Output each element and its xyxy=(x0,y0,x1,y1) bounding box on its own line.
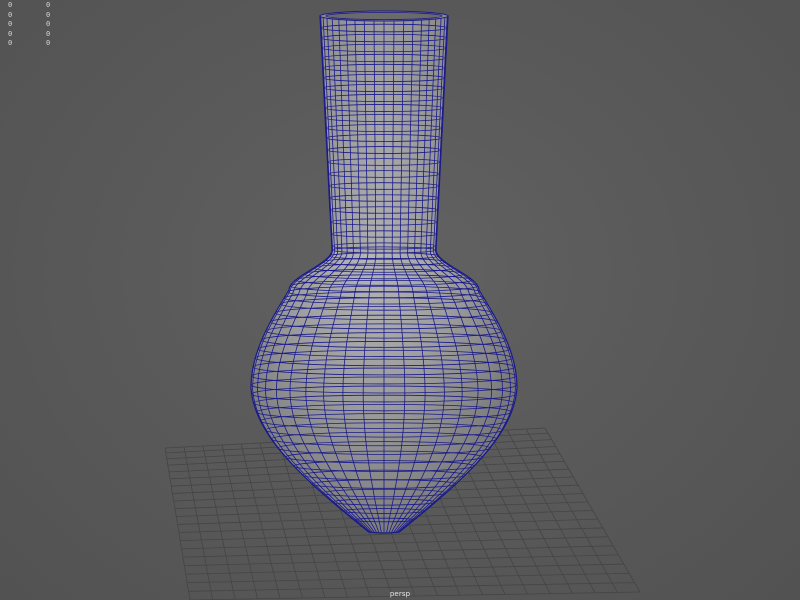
3d-viewport[interactable]: 0 0 0 0 0 0 0 0 0 0 persp xyxy=(0,0,800,600)
hud-row: 0 0 xyxy=(8,20,68,30)
hud-value: 0 xyxy=(46,1,51,9)
hud-value: 0 xyxy=(46,20,51,28)
hud-label: 0 xyxy=(8,10,13,19)
hud-row: 0 0 xyxy=(8,1,68,11)
hud-label: 0 xyxy=(8,1,13,9)
hud-display: 0 0 0 0 0 0 0 0 0 0 xyxy=(8,1,68,49)
hud-value: 0 xyxy=(46,29,51,38)
hud-value: 0 xyxy=(46,10,51,19)
hud-label: 0 xyxy=(8,39,13,47)
hud-row: 0 0 xyxy=(8,11,68,21)
scene-canvas[interactable] xyxy=(0,0,800,600)
hud-row: 0 0 xyxy=(8,30,68,40)
vase-rim-inner xyxy=(325,11,443,20)
hud-label: 0 xyxy=(8,20,13,28)
vase-mesh[interactable] xyxy=(250,10,518,534)
grid-line xyxy=(525,428,618,593)
grid-line xyxy=(187,572,630,584)
hud-value: 0 xyxy=(46,39,51,47)
camera-name-label: persp xyxy=(389,590,411,598)
hud-row: 0 0 xyxy=(8,39,68,49)
hud-label: 0 xyxy=(8,29,13,38)
